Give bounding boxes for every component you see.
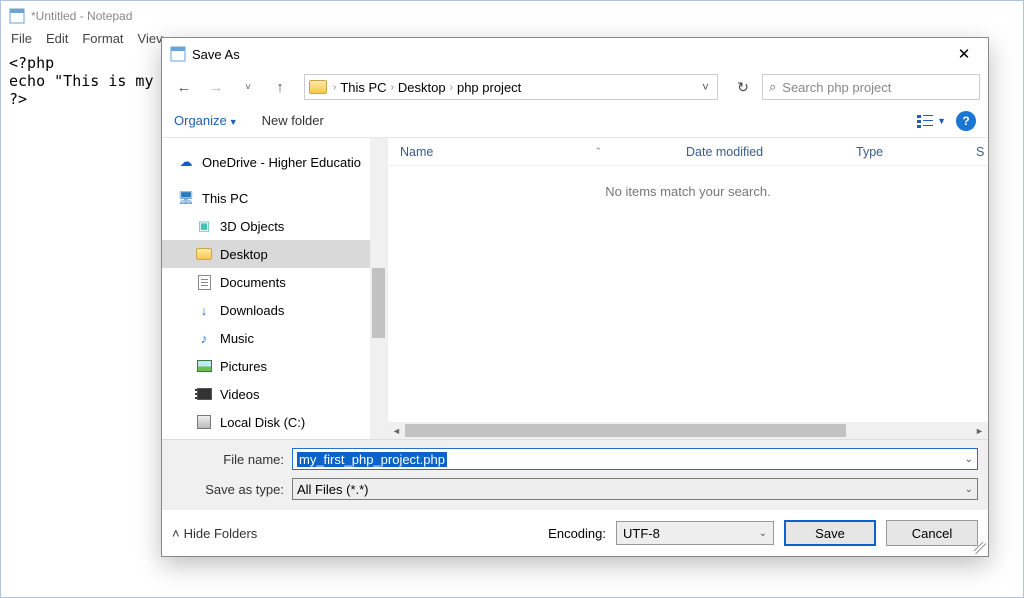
col-size[interactable]: S bbox=[964, 145, 988, 159]
sidebar-item-disk[interactable]: Local Disk (C:) bbox=[162, 408, 370, 436]
sidebar-item-3d[interactable]: ▣3D Objects bbox=[162, 212, 370, 240]
sidebar-item-label: 3D Objects bbox=[220, 219, 284, 234]
crumb-phpproject[interactable]: php project bbox=[457, 80, 521, 95]
menu-format[interactable]: Format bbox=[82, 31, 123, 46]
column-headers: Name⌃ Date modified Type S bbox=[388, 138, 988, 166]
notepad-title: *Untitled - Notepad bbox=[31, 9, 132, 23]
menu-edit[interactable]: Edit bbox=[46, 31, 68, 46]
savetype-select[interactable]: All Files (*.*) ⌄ bbox=[292, 478, 978, 500]
chevron-down-icon[interactable]: ˅ bbox=[702, 80, 713, 94]
menu-view[interactable]: Viev bbox=[138, 31, 163, 46]
hide-folders-button[interactable]: ˄Hide Folders bbox=[172, 526, 257, 541]
search-placeholder: Search php project bbox=[782, 80, 891, 95]
filename-value: my_first_php_project.php bbox=[297, 452, 447, 467]
view-options-button[interactable]: ▼ bbox=[917, 114, 946, 128]
notepad-icon bbox=[9, 8, 25, 24]
encoding-select[interactable]: UTF-8 ⌄ bbox=[616, 521, 774, 545]
organize-button[interactable]: Organize▼ bbox=[174, 113, 238, 128]
sidebar-item-label: Videos bbox=[220, 387, 260, 402]
new-folder-button[interactable]: New folder bbox=[262, 113, 324, 128]
breadcrumb-bar[interactable]: › This PC › Desktop › php project ˅ bbox=[304, 74, 718, 100]
up-button[interactable]: ↑ bbox=[266, 74, 294, 100]
file-pane: Name⌃ Date modified Type S No items matc… bbox=[387, 138, 988, 439]
crumb-desktop[interactable]: Desktop bbox=[398, 80, 446, 95]
dialog-icon bbox=[170, 46, 186, 62]
search-icon: ⌕ bbox=[769, 79, 776, 95]
savetype-label: Save as type: bbox=[172, 482, 292, 497]
notepad-window: *Untitled - Notepad File Edit Format Vie… bbox=[0, 0, 1024, 598]
col-type[interactable]: Type bbox=[844, 145, 964, 159]
save-button[interactable]: Save bbox=[784, 520, 876, 546]
sidebar-item-doc[interactable]: Documents bbox=[162, 268, 370, 296]
sidebar-item-label: Documents bbox=[220, 275, 286, 290]
forward-button[interactable]: → bbox=[202, 74, 230, 100]
sidebar-item-label: Desktop bbox=[220, 247, 268, 262]
savetype-value: All Files (*.*) bbox=[297, 482, 369, 497]
dialog-title: Save As bbox=[192, 47, 240, 62]
scroll-right-icon[interactable]: ► bbox=[971, 426, 988, 436]
dialog-body: ☁OneDrive - Higher Educatio 🖥This PC▣3D O… bbox=[162, 138, 988, 439]
sidebar-item-vid[interactable]: Videos bbox=[162, 380, 370, 408]
cancel-button[interactable]: Cancel bbox=[886, 520, 978, 546]
sidebar-item-pc[interactable]: 🖥This PC bbox=[162, 184, 370, 212]
refresh-button[interactable]: ↻ bbox=[728, 74, 758, 100]
back-button[interactable]: ← bbox=[170, 74, 198, 100]
sort-caret-icon: ⌃ bbox=[594, 146, 602, 157]
sidebar-scrollbar[interactable] bbox=[370, 138, 387, 439]
col-date[interactable]: Date modified bbox=[674, 145, 844, 159]
sidebar-item-label: OneDrive - Higher Educatio bbox=[202, 155, 361, 170]
sidebar-item-pic[interactable]: Pictures bbox=[162, 352, 370, 380]
encoding-value: UTF-8 bbox=[623, 526, 660, 541]
chevron-down-icon[interactable]: ⌄ bbox=[965, 484, 973, 495]
sidebar-item-cloud[interactable]: ☁OneDrive - Higher Educatio bbox=[162, 148, 370, 176]
chevron-icon: › bbox=[450, 82, 453, 93]
chevron-icon: › bbox=[333, 82, 336, 93]
sidebar-item-label: Music bbox=[220, 331, 254, 346]
resize-grip-icon[interactable] bbox=[974, 542, 986, 554]
save-as-dialog: Save As ✕ ← → ˅ ↑ › This PC › Desktop › … bbox=[161, 37, 989, 557]
menu-file[interactable]: File bbox=[11, 31, 32, 46]
sidebar-item-folder[interactable]: Desktop bbox=[162, 240, 370, 268]
sidebar-item-down[interactable]: ↓Downloads bbox=[162, 296, 370, 324]
search-input[interactable]: ⌕ Search php project bbox=[762, 74, 980, 100]
folder-icon bbox=[309, 80, 327, 94]
sidebar-item-label: Downloads bbox=[220, 303, 284, 318]
col-name[interactable]: Name⌃ bbox=[388, 145, 674, 159]
sidebar-item-label: This PC bbox=[202, 191, 248, 206]
form-area: File name: my_first_php_project.php ⌄ Sa… bbox=[162, 439, 988, 510]
button-row: ˄Hide Folders Encoding: UTF-8 ⌄ Save Can… bbox=[162, 510, 988, 556]
chevron-down-icon[interactable]: ⌄ bbox=[965, 454, 973, 465]
chevron-up-icon: ˄ bbox=[172, 526, 180, 541]
sidebar-item-music[interactable]: ♪Music bbox=[162, 324, 370, 352]
dialog-titlebar: Save As ✕ bbox=[162, 38, 988, 70]
encoding-label: Encoding: bbox=[548, 526, 606, 541]
scroll-left-icon[interactable]: ◄ bbox=[388, 426, 405, 436]
nav-sidebar: ☁OneDrive - Higher Educatio 🖥This PC▣3D O… bbox=[162, 138, 370, 439]
sidebar-item-label: Pictures bbox=[220, 359, 267, 374]
crumb-thispc[interactable]: This PC bbox=[340, 80, 386, 95]
help-button[interactable]: ? bbox=[956, 111, 976, 131]
dialog-toolbar: Organize▼ New folder ▼ ? bbox=[162, 104, 988, 138]
recent-dropdown[interactable]: ˅ bbox=[234, 74, 262, 100]
chevron-down-icon[interactable]: ⌄ bbox=[759, 528, 767, 539]
notepad-titlebar: *Untitled - Notepad bbox=[1, 1, 1023, 31]
empty-message: No items match your search. bbox=[388, 166, 988, 422]
chevron-icon: › bbox=[391, 82, 394, 93]
nav-row: ← → ˅ ↑ › This PC › Desktop › php projec… bbox=[162, 70, 988, 104]
sidebar-item-label: Local Disk (C:) bbox=[220, 415, 305, 430]
filename-label: File name: bbox=[172, 452, 292, 467]
file-hscrollbar[interactable]: ◄ ► bbox=[388, 422, 988, 439]
filename-input[interactable]: my_first_php_project.php ⌄ bbox=[292, 448, 978, 470]
close-button[interactable]: ✕ bbox=[948, 45, 980, 63]
